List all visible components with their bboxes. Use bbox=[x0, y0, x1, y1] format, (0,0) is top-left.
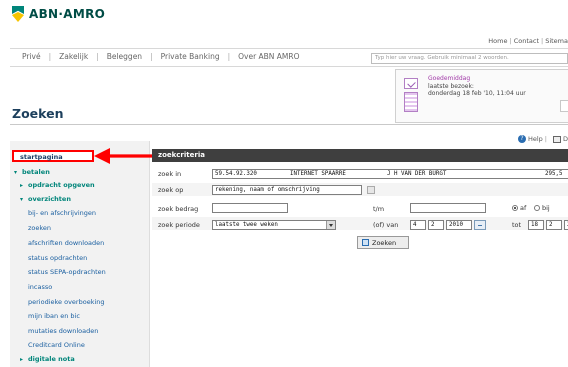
zoek-op-input[interactable]: rekening, naam of omschrijving bbox=[212, 185, 362, 195]
dropdown-arrow-icon bbox=[326, 221, 335, 229]
van-day-input[interactable]: 4 bbox=[410, 220, 426, 230]
radio-af-label: af bbox=[520, 204, 527, 212]
main-nav: Privé | Zakelijk | Beleggen | Private Ba… bbox=[22, 52, 300, 61]
help-link[interactable]: Help bbox=[528, 135, 543, 143]
nav-beleggen[interactable]: Beleggen bbox=[107, 52, 142, 61]
radio-bij-label: bij bbox=[542, 204, 550, 212]
periode-value: laatste twee weken bbox=[215, 222, 278, 228]
print-link[interactable]: D bbox=[563, 135, 568, 143]
nav-private-banking[interactable]: Private Banking bbox=[161, 52, 220, 61]
sidebar-item-overzichten[interactable]: ▾ overzichten bbox=[20, 195, 71, 203]
account-balance: 295,5 bbox=[545, 171, 563, 177]
account-number: 59.54.92.320 bbox=[215, 171, 257, 177]
bedrag-van-input[interactable] bbox=[212, 203, 288, 213]
account-type: INTERNET SPAARRE bbox=[290, 171, 346, 177]
account-select[interactable]: 59.54.92.320 INTERNET SPAARRE J H VAN DE… bbox=[212, 169, 568, 179]
chevron-down-icon: ▾ bbox=[20, 196, 24, 203]
help-bar: ? Help | D bbox=[517, 135, 568, 143]
sidebar-item-digitale-nota[interactable]: ▸ digitale nota bbox=[20, 355, 75, 363]
radio-af[interactable] bbox=[512, 205, 518, 211]
sidebar-item-status-opdrachten[interactable]: status opdrachten bbox=[28, 254, 87, 262]
chevron-right-icon: ▸ bbox=[20, 182, 24, 189]
highlighted-sidebar-item-startpagina[interactable]: startpagina bbox=[12, 150, 94, 162]
shield-logo-icon bbox=[12, 6, 24, 22]
chevron-down-icon: ▾ bbox=[14, 169, 18, 176]
sidebar-item-periodieke-overboeking[interactable]: periodieke overboeking bbox=[28, 298, 105, 306]
of-van-label: (of) van bbox=[373, 221, 399, 229]
sidebar-item-bij-en-afschrijvingen[interactable]: bij- en afschrijvingen bbox=[28, 209, 96, 217]
tm-label: t/m bbox=[373, 205, 385, 213]
sidebar-item-afschriften-downloaden[interactable]: afschriften downloaden bbox=[28, 239, 104, 247]
welcome-panel: Goedemiddag laatste bezoek: donderdag 18… bbox=[395, 69, 568, 123]
chevron-right-icon: ▸ bbox=[20, 356, 24, 363]
van-year-input[interactable]: 2010 bbox=[446, 220, 472, 230]
tot-label: tot bbox=[512, 221, 522, 229]
sidebar-item-zoeken[interactable]: zoeken bbox=[28, 224, 51, 232]
nav-zakelijk[interactable]: Zakelijk bbox=[59, 52, 88, 61]
last-visit-value: donderdag 18 feb '10, 11:04 uur bbox=[428, 90, 526, 97]
calendar-check-icon bbox=[404, 78, 418, 89]
startpagina-label: startpagina bbox=[20, 153, 63, 161]
red-arrow-annotation bbox=[94, 148, 152, 164]
logout-button[interactable] bbox=[560, 100, 568, 112]
periode-select[interactable]: laatste twee weken bbox=[212, 220, 336, 230]
last-visit-label: laatste bezoek: bbox=[428, 83, 474, 90]
sidebar-item-opdracht-opgeven[interactable]: ▸ opdracht opgeven bbox=[20, 181, 95, 189]
top-links: Home | Contact | Sitema bbox=[488, 37, 568, 45]
logo-text: ABN·AMRO bbox=[29, 7, 106, 21]
search-icon bbox=[362, 239, 369, 246]
sidebar-item-betalen[interactable]: ▾ betalen bbox=[14, 168, 50, 176]
van-month-input[interactable]: 2 bbox=[428, 220, 444, 230]
print-icon[interactable] bbox=[552, 135, 561, 143]
abn-amro-logo[interactable]: ABN·AMRO bbox=[12, 6, 105, 22]
divider bbox=[10, 124, 568, 125]
link-home[interactable]: Home bbox=[488, 37, 507, 45]
link-sitemap[interactable]: Sitema bbox=[545, 37, 568, 45]
tot-day-input[interactable]: 18 bbox=[528, 220, 544, 230]
sidebar-item-incasso[interactable]: incasso bbox=[28, 283, 52, 291]
zoek-periode-label: zoek periode bbox=[158, 221, 200, 229]
zoek-op-label: zoek op bbox=[158, 186, 184, 194]
help-icon[interactable]: ? bbox=[517, 135, 526, 143]
zoeken-button-label: Zoeken bbox=[372, 238, 397, 247]
page: ABN·AMRO Home | Contact | Sitema Privé | Zak… bbox=[0, 0, 568, 367]
divider bbox=[10, 66, 568, 67]
sidebar-item-mutaties-downloaden[interactable]: mutaties downloaden bbox=[28, 327, 98, 335]
bedrag-tm-input[interactable] bbox=[410, 203, 486, 213]
sidebar-item-creditcard-online[interactable]: Creditcard Online bbox=[28, 341, 85, 349]
tot-year-input[interactable]: 2 bbox=[564, 220, 568, 230]
greeting: Goedemiddag bbox=[428, 75, 471, 82]
calendar-van-icon[interactable] bbox=[474, 220, 486, 230]
sidebar-item-status-sepa-opdrachten[interactable]: status SEPA-opdrachten bbox=[28, 268, 106, 276]
zoek-in-label: zoek in bbox=[158, 170, 182, 178]
account-holder: J H VAN DER BURGT bbox=[387, 171, 447, 177]
site-search-input[interactable]: Typ hier uw vraag. Gebruik minimaal 2 wo… bbox=[371, 53, 568, 64]
nav-prive[interactable]: Privé bbox=[22, 52, 41, 61]
zoeken-button[interactable]: Zoeken bbox=[357, 236, 409, 249]
radio-bij[interactable] bbox=[534, 205, 540, 211]
divider bbox=[10, 48, 568, 49]
tot-month-input[interactable]: 2 bbox=[546, 220, 562, 230]
section-header: zoekcriteria bbox=[152, 149, 568, 162]
clear-field-icon[interactable] bbox=[367, 186, 375, 194]
page-title: Zoeken bbox=[12, 106, 64, 121]
sidebar-item-mijn-iban-en-bic[interactable]: mijn iban en bic bbox=[28, 312, 80, 320]
sidebar: ▾ betalen ▸ opdracht opgeven ▾ overzichten … bbox=[10, 141, 150, 367]
zoek-bedrag-label: zoek bedrag bbox=[158, 205, 199, 213]
identifier-device-icon bbox=[404, 92, 418, 112]
link-contact[interactable]: Contact bbox=[514, 37, 539, 45]
nav-over-abn-amro[interactable]: Over ABN AMRO bbox=[238, 52, 299, 61]
